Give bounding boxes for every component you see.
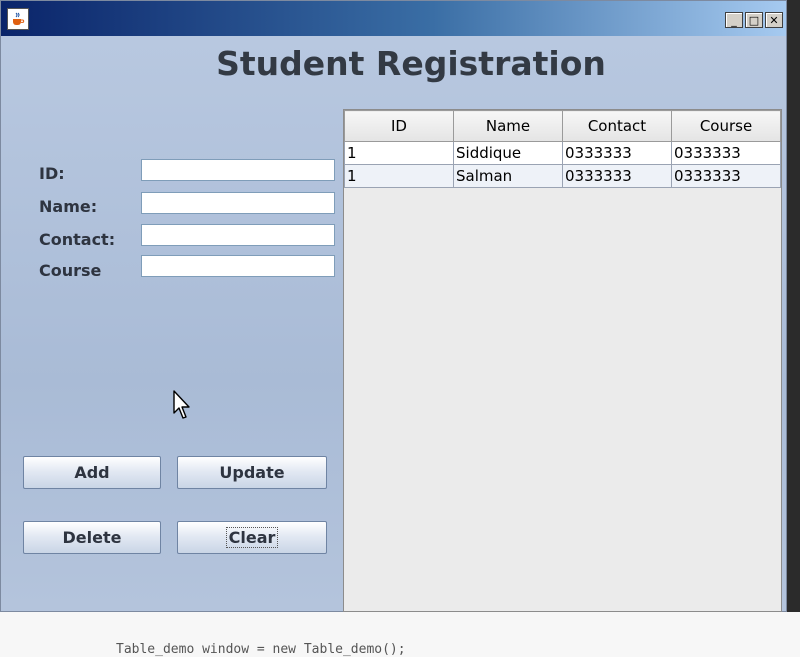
delete-button[interactable]: Delete [23,521,161,554]
name-label: Name: [39,197,98,216]
id-field[interactable] [141,159,335,181]
update-button[interactable]: Update [177,456,327,489]
delete-button-label: Delete [62,528,122,547]
update-button-label: Update [219,463,285,482]
table-cell-id[interactable]: 1 [344,141,454,165]
table-header-row: ID Name Contact Course [344,110,781,142]
close-button[interactable]: ✕ [765,12,783,28]
table-cell-course[interactable]: 0333333 [671,141,781,165]
page-title: Student Registration [216,44,606,83]
java-cup-icon[interactable] [7,8,29,30]
id-label: ID: [39,164,65,183]
table-row[interactable]: 1 Salman 0333333 0333333 [344,164,781,188]
table-cell-contact[interactable]: 0333333 [562,141,672,165]
clear-button-label: Clear [225,527,279,548]
add-button[interactable]: Add [23,456,161,489]
table-cell-course[interactable]: 0333333 [671,164,781,188]
table-cell-name[interactable]: Salman [453,164,563,188]
contact-label: Contact: [39,230,116,249]
app-window: _ □ ✕ Student Registration ID: Name: Con… [0,0,787,612]
maximize-button[interactable]: □ [745,12,763,28]
table-cell-contact[interactable]: 0333333 [562,164,672,188]
course-label: Course [39,261,102,280]
title-bar[interactable]: _ □ ✕ [1,1,786,36]
background-code-line: Table_demo window = new Table_demo(); [116,642,406,657]
column-header-course[interactable]: Course [671,110,781,142]
table-cell-id[interactable]: 1 [344,164,454,188]
student-table[interactable]: ID Name Contact Course 1 Siddique 033333… [344,110,781,188]
column-header-contact[interactable]: Contact [562,110,672,142]
add-button-label: Add [74,463,110,482]
mouse-pointer-icon [173,390,193,425]
column-header-id[interactable]: ID [344,110,454,142]
name-field[interactable] [141,192,335,214]
student-table-panel[interactable]: ID Name Contact Course 1 Siddique 033333… [343,109,782,612]
table-row[interactable]: 1 Siddique 0333333 0333333 [344,141,781,165]
contact-field[interactable] [141,224,335,246]
course-field[interactable] [141,255,335,277]
window-content: Student Registration ID: Name: Contact: … [1,36,786,612]
minimize-button[interactable]: _ [725,12,743,28]
table-cell-name[interactable]: Siddique [453,141,563,165]
clear-button[interactable]: Clear [177,521,327,554]
column-header-name[interactable]: Name [453,110,563,142]
